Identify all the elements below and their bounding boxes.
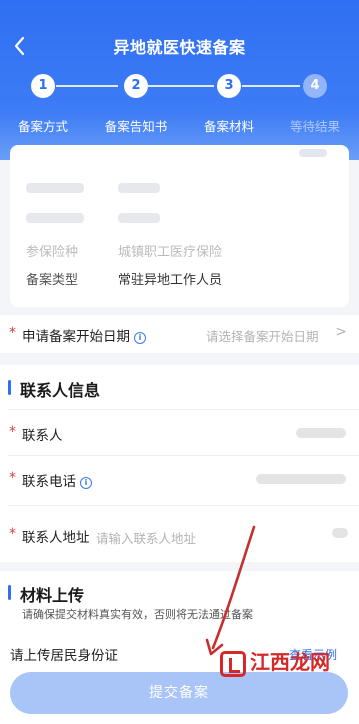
start-date-label: 申请备案开始日期 i [22, 325, 146, 345]
contact-name-label: 联系人 [22, 428, 63, 444]
location-icon[interactable] [332, 528, 348, 538]
insured-info-card: 参保险种 城镇职工医疗保险 备案类型 常驻异地工作人员 [10, 145, 349, 307]
filing-type-label: 备案类型 [26, 273, 79, 288]
step-3-label: 备案材料 [203, 119, 254, 134]
contact-address-placeholder: 请输入联系人地址 [96, 531, 197, 546]
chevron-right-icon: > [335, 324, 347, 340]
required-mark: * [9, 424, 16, 440]
step-1-dot: 1 [31, 74, 55, 98]
step-2-label: 备案告知书 [104, 119, 168, 134]
contact-name-field[interactable]: * 联系人 [0, 410, 359, 454]
header: 异地就医快速备案 1 2 3 4 备案方式 备案告知书 备案材料 等待结果 [0, 0, 359, 160]
required-mark: * [9, 526, 16, 542]
upload-hint: 请确保提交材料真实有效，否则将无法通过备案 [22, 608, 253, 621]
contact-address-field[interactable]: * 联系人地址 请输入联系人地址 [0, 506, 359, 556]
step-connector [56, 85, 118, 87]
step-progress: 1 2 3 4 备案方式 备案告知书 备案材料 等待结果 [0, 72, 359, 136]
step-1-label: 备案方式 [17, 119, 68, 134]
step-4-dot: 4 [303, 74, 327, 98]
step-connector [148, 85, 214, 87]
contact-phone-label: 联系电话 i [22, 470, 92, 490]
filing-type-value: 常驻异地工作人员 [118, 273, 223, 288]
page-title: 异地就医快速备案 [113, 38, 246, 57]
section-title: 联系人信息 [8, 377, 100, 401]
required-mark: * [9, 325, 16, 341]
info-icon[interactable]: i [134, 332, 146, 344]
start-date-field[interactable]: * 申请备案开始日期 i 请选择备案开始日期 > [0, 315, 359, 353]
redacted-value [256, 474, 346, 484]
info-icon[interactable]: i [80, 477, 92, 489]
contact-info-card: 联系人信息 * 联系人 * 联系电话 i * 联系人地址 请输入联系人地址 [0, 365, 359, 562]
nav-bar: 异地就医快速备案 [0, 28, 359, 64]
id-card-upload-label: 请上传居民身份证 [10, 648, 118, 664]
contact-address-label: 联系人地址 [22, 530, 90, 546]
watermark-logo: 江西龙网 [220, 646, 355, 686]
step-2-dot: 2 [124, 74, 148, 98]
redacted-value [299, 149, 327, 157]
contact-phone-field[interactable]: * 联系电话 i [0, 456, 359, 500]
step-4-label: 等待结果 [289, 119, 340, 134]
required-mark: * [9, 470, 16, 486]
start-date-placeholder: 请选择备案开始日期 [206, 329, 319, 344]
section-title: 材料上传 [8, 582, 84, 606]
step-3-dot: 3 [217, 74, 241, 98]
insurance-type-label: 参保险种 [26, 245, 79, 260]
insurance-type-value: 城镇职工医疗保险 [118, 245, 223, 260]
step-connector [242, 85, 300, 87]
redacted-value [296, 428, 346, 438]
watermark-icon [220, 650, 246, 677]
